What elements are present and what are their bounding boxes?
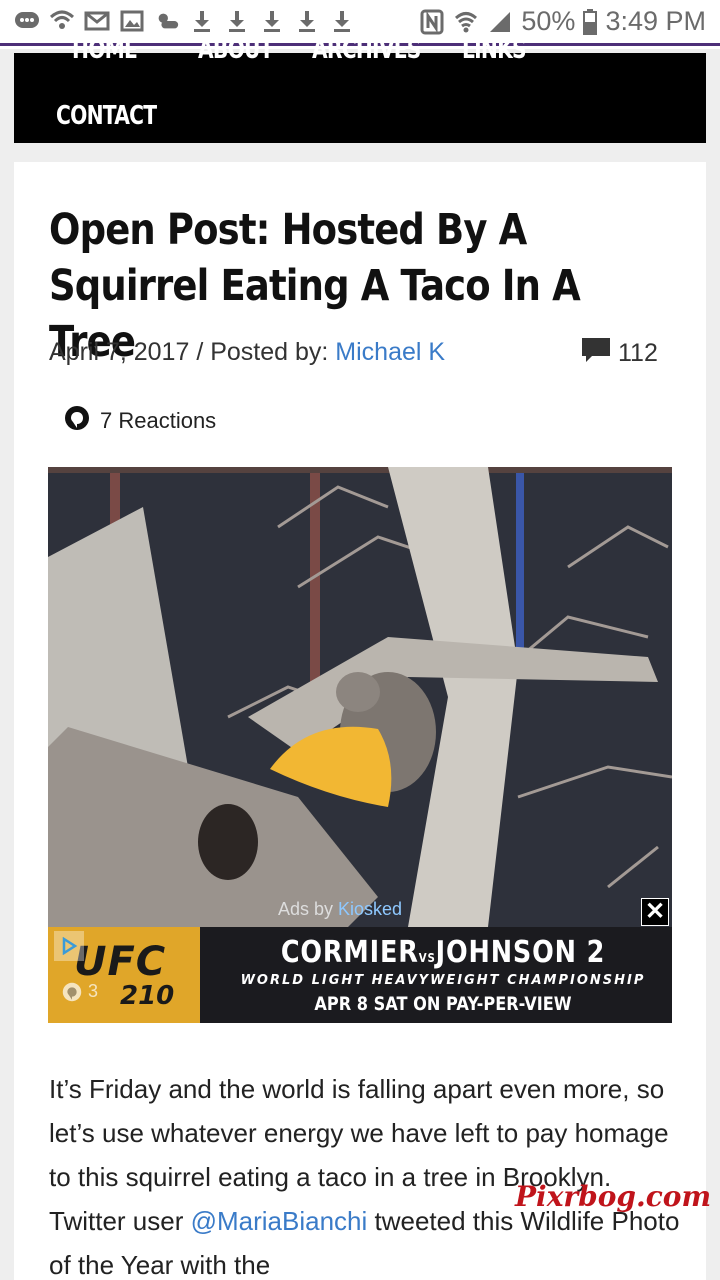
download-icon (259, 8, 285, 34)
ufc-logo-number: 210 (120, 981, 175, 1011)
nav-contact-link[interactable]: CONTACT (56, 101, 157, 131)
nav-links-link[interactable]: LINKS (462, 39, 527, 65)
nav-row: HOME ABOUT ARCHIVES LINKS (14, 39, 706, 71)
ad-view-count-value: 3 (88, 981, 99, 1001)
nfc-icon (419, 9, 445, 35)
comments-link[interactable]: 112 (580, 336, 658, 371)
author-link[interactable]: Michael K (335, 338, 445, 366)
clock: 3:49 PM (605, 6, 706, 36)
nav-archives-link[interactable]: ARCHIVES (312, 39, 421, 65)
gmail-icon (84, 8, 110, 34)
download-icon (189, 8, 215, 34)
ufc-logo-text: UFC (74, 939, 167, 985)
battery-percent: 50% (521, 6, 576, 36)
ad-vs: VS (418, 951, 436, 965)
comment-icon (580, 336, 612, 371)
reaction-icon (62, 982, 82, 1001)
ads-brand-link[interactable]: Kiosked (338, 899, 402, 919)
post-body: It’s Friday and the world is falling apa… (49, 1067, 689, 1280)
battery-icon (583, 8, 598, 35)
ad-date-line: APR 8 SAT ON PAY-PER-VIEW (314, 993, 572, 1015)
page-background: HOME ABOUT ARCHIVES LINKS CONTACT Open P… (0, 39, 720, 1280)
ad-view-count: 3 (62, 981, 98, 1002)
system-icons: 50% 3:49 PM (419, 6, 706, 37)
ad-fighter-left: CORMIER (280, 935, 419, 970)
ad-choices-icon[interactable] (54, 931, 84, 961)
post-image[interactable]: Ads by Kiosked ✕ UFC 210 3 CORMIERVSJOHN… (48, 467, 672, 1023)
chat-icon (14, 8, 40, 34)
ufc-ad-banner[interactable]: UFC 210 3 CORMIERVSJOHNSON 2 WORLD LIGHT… (48, 927, 672, 1023)
signal-icon (487, 9, 513, 35)
ads-label: Ads by Kiosked (278, 899, 402, 920)
post-date-byline: April 7, 2017 / Posted by: (49, 338, 336, 366)
wifi-icon (453, 9, 479, 35)
reactions-link[interactable]: 7 Reactions (64, 405, 216, 437)
image-icon (119, 8, 145, 34)
twitter-mention-link[interactable]: @MariaBianchi (191, 1206, 368, 1236)
ad-headline: CORMIERVSJOHNSON 2 (256, 935, 630, 970)
nav-home-link[interactable]: HOME (72, 39, 138, 65)
wifi-call-icon (49, 8, 75, 34)
reaction-count: 7 Reactions (100, 408, 217, 433)
post-meta: April 7, 2017 / Posted by: Michael K (49, 338, 445, 367)
ads-by-text: Ads by (278, 899, 339, 919)
download-icon (224, 8, 250, 34)
download-icon (329, 8, 355, 34)
nav-about-link[interactable]: ABOUT (198, 39, 274, 65)
ad-subline: WORLD LIGHT HEAVYWEIGHT CHAMPIONSHIP (240, 973, 646, 988)
post-card: Open Post: Hosted By A Squirrel Eating A… (14, 162, 706, 1280)
download-icon (294, 8, 320, 34)
watermark: Pixrbog.com (515, 1180, 712, 1213)
ad-close-button[interactable]: ✕ (641, 898, 669, 926)
notification-icons (14, 8, 355, 34)
ad-fighter-right: JOHNSON 2 (435, 935, 606, 970)
weather-icon (154, 8, 180, 34)
reaction-icon (64, 405, 90, 437)
comment-count: 112 (618, 339, 658, 367)
main-nav: HOME ABOUT ARCHIVES LINKS CONTACT (14, 39, 706, 143)
